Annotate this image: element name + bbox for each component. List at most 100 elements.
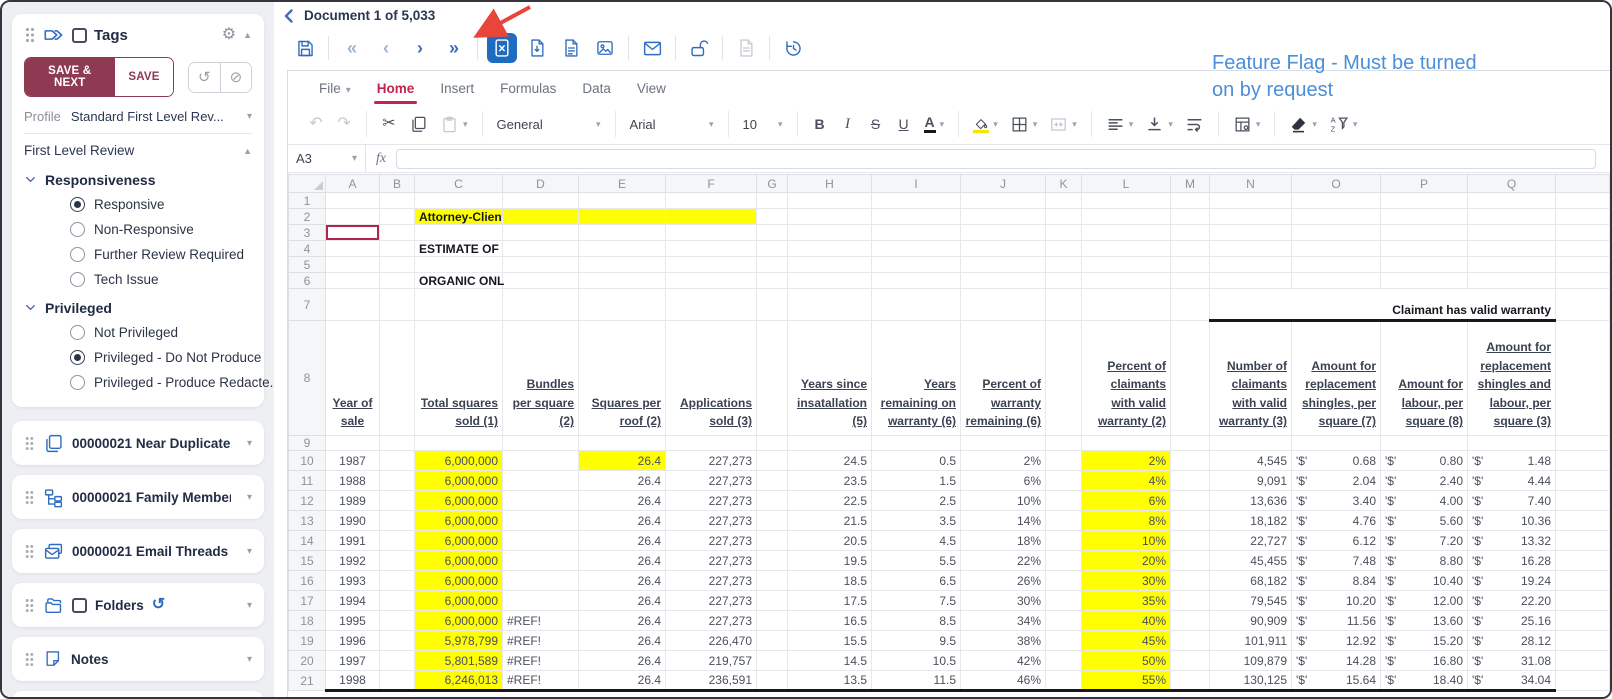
cell-O17[interactable]: '$' 10.20 [1291,590,1381,611]
cell-C7[interactable] [414,288,503,321]
cell-G11[interactable] [756,470,788,491]
cell-D16[interactable] [502,570,579,591]
radio-selected-icon[interactable] [70,350,85,365]
cell-P21[interactable]: '$' 18.40 [1380,670,1468,692]
collapse-icon[interactable]: ▲ [243,30,252,40]
chevron-down-icon[interactable]: ▾ [247,600,252,611]
cell-L9[interactable] [1081,435,1171,451]
cell-Q1[interactable] [1467,192,1556,209]
tag-option-responsive[interactable]: Responsive [70,192,252,217]
cell-K2[interactable] [1045,208,1082,225]
row-header-11[interactable]: 11 [288,470,326,491]
drag-handle-icon[interactable] [24,598,35,613]
cell-K13[interactable] [1045,510,1082,531]
cell-P18[interactable]: '$' 13.60 [1380,610,1468,631]
cell-C13[interactable]: 6,000,000 [414,510,503,531]
cell-G7[interactable] [756,288,788,321]
cell-J10[interactable]: 2% [960,450,1046,471]
row-header-17[interactable]: 17 [288,590,326,611]
cell-L11[interactable]: 4% [1081,470,1171,491]
cell-G20[interactable] [756,650,788,671]
cell-L19[interactable]: 45% [1081,630,1171,651]
cell-G21[interactable] [756,670,788,692]
row-header-12[interactable]: 12 [288,490,326,511]
cell-C15[interactable]: 6,000,000 [414,550,503,571]
cell-A15[interactable]: 1992 [325,550,380,571]
cell-P6[interactable] [1380,272,1468,289]
cell-J15[interactable]: 22% [960,550,1046,571]
cell-K18[interactable] [1045,610,1082,631]
chevron-down-icon[interactable]: ▾ [247,438,252,449]
cell-M14[interactable] [1170,530,1210,551]
row-header-13[interactable]: 13 [288,510,326,531]
cell-P12[interactable]: '$' 4.00 [1380,490,1468,511]
cell-O13[interactable]: '$' 4.76 [1291,510,1381,531]
cell-L4[interactable] [1081,240,1171,257]
cell-I18[interactable]: 8.5 [871,610,961,631]
cell-M9[interactable] [1170,435,1210,451]
sidebar-panel-fields[interactable]: Fields ▾ [12,691,264,697]
cell-M11[interactable] [1170,470,1210,491]
cell-Q5[interactable] [1467,256,1556,273]
sidebar-panel-notes[interactable]: Notes ▾ [12,637,264,681]
cell-F20[interactable]: 219,757 [665,650,757,671]
excel-view-button[interactable] [487,33,517,63]
cell-J7[interactable] [960,288,1046,321]
cell-O18[interactable]: '$' 11.56 [1291,610,1381,631]
column-header-F[interactable]: F [665,174,757,193]
cell-L6[interactable] [1081,272,1171,289]
cell-I21[interactable]: 11.5 [871,670,961,692]
cell-P5[interactable] [1380,256,1468,273]
cell-J21[interactable]: 46% [960,670,1046,692]
cell-N20[interactable]: 109,879 [1209,650,1292,671]
cell-H20[interactable]: 14.5 [787,650,872,671]
cell-L1[interactable] [1081,192,1171,209]
cell-I2[interactable] [871,208,961,225]
chevron-down-icon[interactable]: ▾ [247,546,252,557]
cell-A2[interactable] [325,208,380,225]
cell-A17[interactable]: 1994 [325,590,380,611]
cell-A21[interactable]: 1998 [325,670,380,692]
cell-I13[interactable]: 3.5 [871,510,961,531]
cell-K20[interactable] [1045,650,1082,671]
cell-E16[interactable]: 26.4 [578,570,666,591]
cell-L3[interactable] [1081,224,1171,241]
radio-unselected-icon[interactable] [70,247,85,262]
column-header-E[interactable]: E [578,174,666,193]
cell-M7[interactable] [1170,288,1210,321]
cell-O9[interactable] [1291,435,1381,451]
cell-E4[interactable] [578,240,666,257]
cell-L14[interactable]: 10% [1081,530,1171,551]
cell-E3[interactable] [578,224,666,241]
history-button[interactable] [779,34,807,62]
cell-E17[interactable]: 26.4 [578,590,666,611]
cell-Q14[interactable]: '$' 13.32 [1467,530,1556,551]
cell-H19[interactable]: 15.5 [787,630,872,651]
cell-O12[interactable]: '$' 3.40 [1291,490,1381,511]
cell-P3[interactable] [1380,224,1468,241]
cell-I12[interactable]: 2.5 [871,490,961,511]
cell-I15[interactable]: 5.5 [871,550,961,571]
cell-C18[interactable]: 6,000,000 [414,610,503,631]
cell-L2[interactable] [1081,208,1171,225]
row-header-15[interactable]: 15 [288,550,326,571]
cell-D21[interactable]: #REF! [502,670,579,692]
cell-B9[interactable] [379,435,415,451]
cell-B14[interactable] [379,530,415,551]
cell-L17[interactable]: 35% [1081,590,1171,611]
cell-E6[interactable] [578,272,666,289]
wrap-text-button[interactable] [1181,111,1208,137]
radio-unselected-icon[interactable] [70,272,85,287]
cell-J2[interactable] [960,208,1046,225]
borders-button[interactable]: ▾ [1006,111,1042,137]
column-header-P[interactable]: P [1380,174,1468,193]
cell-L16[interactable]: 30% [1081,570,1171,591]
cell-P15[interactable]: '$' 8.80 [1380,550,1468,571]
drag-handle-icon[interactable] [24,652,35,667]
cell-M8[interactable] [1170,320,1210,436]
row-header-10[interactable]: 10 [288,450,326,471]
italic-button[interactable]: I [836,111,860,137]
cell-Q8[interactable]: Amount for replacement shingles and labo… [1467,320,1556,436]
cell-A7[interactable] [325,288,380,321]
cell-E14[interactable]: 26.4 [578,530,666,551]
